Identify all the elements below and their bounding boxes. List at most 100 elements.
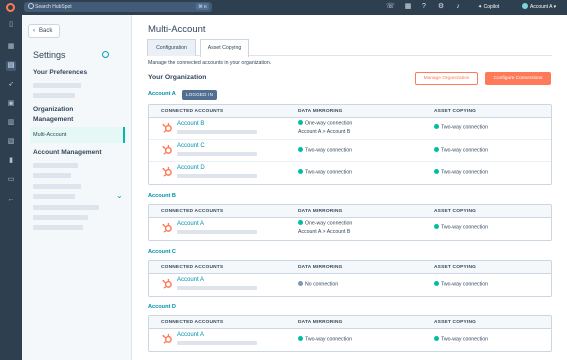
copying-status-text: Two-way connection — [441, 169, 488, 176]
mirroring-status: Two-way connection — [298, 336, 352, 344]
mirroring-status-text: No connection — [305, 281, 339, 288]
configure-connections-button[interactable]: Configure Connections — [485, 72, 551, 85]
help-icon[interactable]: ? — [420, 3, 428, 11]
section-organization-management[interactable]: Organization Management — [33, 105, 73, 125]
sales-icon[interactable]: ▣ — [6, 99, 16, 109]
manage-organization-button[interactable]: Manage Organization — [415, 72, 478, 85]
gear-icon[interactable]: ⚙ — [437, 3, 445, 11]
connections-table-account-a: CONNECTED ACCOUNTS DATA MIRRORING ASSET … — [148, 104, 552, 185]
mirroring-status: Two-way connection — [298, 147, 352, 155]
group-label-account-c: Account C — [148, 249, 176, 255]
column-header-connected-accounts: CONNECTED ACCOUNTS — [161, 320, 224, 325]
status-dot — [434, 336, 439, 341]
table-row: Account A One-way connection Account A >… — [149, 218, 551, 240]
bookmark-icon[interactable]: ▯ — [6, 20, 16, 30]
reports-icon[interactable]: ▮ — [6, 156, 16, 166]
global-search-input[interactable]: Search HubSpot ⌘ K — [24, 2, 212, 12]
copying-status-text: Two-way connection — [441, 281, 488, 288]
copying-status: Two-way connection — [434, 147, 488, 155]
top-navigation-bar: Search HubSpot ⌘ K ☏ ▦ ? ⚙ ♪ ✦ Copilot A… — [0, 0, 567, 15]
column-header-connected-accounts: CONNECTED ACCOUNTS — [161, 265, 224, 270]
copying-status-text: Two-way connection — [441, 147, 488, 154]
table-row: Account A Two-way connection Two-way con… — [149, 329, 551, 351]
account-menu-label: Account A ▾ — [530, 4, 557, 10]
copilot-button[interactable]: ✦ Copilot — [478, 3, 499, 11]
column-header-asset-copying: ASSET COPYING — [434, 209, 477, 214]
column-header-asset-copying: ASSET COPYING — [434, 320, 477, 325]
mirroring-status-text: Two-way connection — [305, 169, 352, 176]
connected-account-link[interactable]: Account C — [177, 143, 205, 149]
connected-account-link[interactable]: Account A — [177, 221, 204, 227]
sidebar-placeholder — [33, 83, 81, 88]
hubspot-sprocket-icon — [162, 222, 172, 233]
mirroring-status-text: One-way connection — [305, 220, 353, 227]
copilot-label: Copilot — [483, 4, 500, 10]
status-dot — [434, 147, 439, 152]
main-content: Multi-Account Configuration Asset Copyin… — [133, 15, 567, 360]
account-placeholder — [177, 286, 257, 290]
account-menu[interactable]: Account A ▾ — [522, 3, 556, 11]
marketplace-icon[interactable]: ▦ — [404, 3, 412, 11]
contacts-icon[interactable]: ▤ — [6, 61, 16, 71]
tab-bar: Configuration Asset Copying — [147, 39, 552, 57]
logged-in-badge: LOGGED IN — [182, 90, 217, 100]
marketing-icon[interactable]: ➶ — [6, 80, 16, 90]
copying-status-text: Two-way connection — [441, 224, 488, 231]
section-account-management[interactable]: Account Management — [33, 148, 102, 158]
status-dot — [434, 281, 439, 286]
sidebar-placeholder — [33, 225, 83, 230]
copying-status: Two-way connection — [434, 169, 488, 177]
column-header-asset-copying: ASSET COPYING — [434, 265, 477, 270]
dashboard-icon[interactable]: ▦ — [6, 42, 16, 52]
account-placeholder — [177, 174, 257, 178]
account-placeholder — [177, 230, 257, 234]
section-your-preferences[interactable]: Your Preferences — [33, 68, 87, 78]
back-button[interactable]: ‹ Back — [28, 24, 60, 38]
left-navigation-rail: ▯ ▦ ▤ ➶ ▣ ▥ ▧ ▮ ▭ ← — [0, 15, 22, 360]
connected-account-link[interactable]: Account B — [177, 121, 204, 127]
search-shortcut-badge: ⌘ K — [196, 3, 209, 10]
status-dot — [434, 169, 439, 174]
collapse-arrow-icon[interactable]: ← — [6, 195, 16, 205]
settings-search-icon[interactable] — [102, 51, 109, 58]
column-header-asset-copying: ASSET COPYING — [434, 109, 477, 114]
hubspot-sprocket-icon — [162, 144, 172, 155]
avatar — [522, 3, 528, 9]
connected-account-link[interactable]: Account A — [177, 332, 204, 338]
mirroring-direction: Account A > Account B — [298, 229, 351, 235]
table-header: CONNECTED ACCOUNTS DATA MIRRORING ASSET … — [149, 316, 551, 329]
copilot-icon: ✦ — [478, 4, 483, 10]
phone-icon[interactable]: ☏ — [386, 3, 395, 11]
column-header-data-mirroring: DATA MIRRORING — [298, 265, 343, 270]
account-placeholder — [177, 341, 257, 345]
service-icon[interactable]: ▥ — [6, 118, 16, 128]
column-header-connected-accounts: CONNECTED ACCOUNTS — [161, 209, 224, 214]
chevron-left-icon: ‹ — [33, 28, 35, 34]
mirroring-status: Two-way connection — [298, 169, 352, 177]
table-header: CONNECTED ACCOUNTS DATA MIRRORING ASSET … — [149, 261, 551, 274]
table-row: Account C Two-way connection Two-way con… — [149, 140, 551, 162]
connected-account-link[interactable]: Account D — [177, 165, 205, 171]
content-icon[interactable]: ▧ — [6, 137, 16, 147]
table-row: Account D Two-way connection Two-way con… — [149, 162, 551, 184]
hubspot-sprocket-icon — [162, 333, 172, 344]
sidebar-placeholder — [33, 163, 78, 168]
sidebar-placeholder — [33, 205, 99, 210]
group-label-account-d: Account D — [148, 304, 176, 310]
page-title: Multi-Account — [148, 24, 206, 35]
folder-icon[interactable]: ▭ — [6, 175, 16, 185]
back-label: Back — [39, 28, 53, 34]
hubspot-logo-icon[interactable] — [6, 3, 15, 12]
hubspot-sprocket-icon — [162, 278, 172, 289]
page-description: Manage the connected accounts in your or… — [148, 60, 272, 66]
sidebar-item-multi-account[interactable]: Multi-Account — [30, 127, 125, 143]
tab-configuration[interactable]: Configuration — [147, 39, 196, 56]
sidebar-placeholder — [33, 194, 75, 199]
tab-asset-copying[interactable]: Asset Copying — [200, 39, 249, 57]
connected-account-link[interactable]: Account A — [177, 277, 204, 283]
column-header-connected-accounts: CONNECTED ACCOUNTS — [161, 109, 224, 114]
mirroring-direction: Account A > Account B — [298, 129, 351, 135]
notifications-bell-icon[interactable]: ♪ — [454, 3, 462, 11]
copying-status: Two-way connection — [434, 281, 488, 289]
chevron-down-icon[interactable]: ⌄ — [116, 191, 123, 200]
